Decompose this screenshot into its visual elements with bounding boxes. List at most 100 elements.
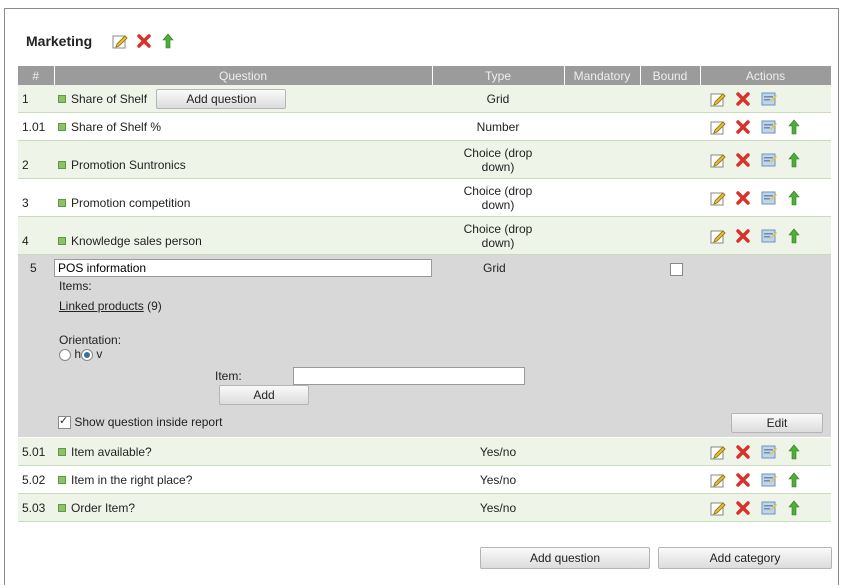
table-row: 1.01 Share of Shelf % Number	[18, 112, 831, 141]
edit-row-type: Grid	[483, 261, 506, 275]
add-question-inline-button[interactable]: Add question	[156, 88, 287, 109]
delete-icon[interactable]	[735, 472, 751, 488]
delete-category-icon[interactable]	[136, 33, 152, 49]
row-type: Yes/no	[432, 493, 564, 522]
edit-icon[interactable]	[710, 228, 726, 244]
question-text[interactable]: Item in the right place?	[71, 473, 192, 487]
delete-icon[interactable]	[735, 500, 751, 516]
move-up-icon[interactable]	[786, 228, 802, 244]
row-actions	[700, 85, 831, 113]
row-actions	[700, 216, 831, 255]
row-question: Share of Shelf %	[54, 112, 432, 141]
properties-icon[interactable]	[761, 190, 777, 206]
edit-question-panel: 5 Grid Items: Linked products (9) Orient…	[18, 255, 831, 435]
add-question-button[interactable]: Add question	[480, 547, 650, 569]
edit-icon[interactable]	[710, 472, 726, 488]
orientation-h-label: h	[74, 347, 82, 361]
add-category-button[interactable]: Add category	[658, 547, 832, 569]
move-up-icon[interactable]	[786, 119, 802, 135]
question-text[interactable]: Share of Shelf %	[71, 120, 161, 134]
row-type: Yes/no	[432, 465, 564, 494]
row-actions	[700, 465, 831, 494]
delete-icon[interactable]	[735, 190, 751, 206]
delete-icon[interactable]	[735, 228, 751, 244]
move-up-icon[interactable]	[786, 472, 802, 488]
delete-icon[interactable]	[735, 119, 751, 135]
bullet-icon	[58, 123, 66, 132]
orientation-v-radio[interactable]	[81, 348, 94, 361]
properties-icon[interactable]	[761, 472, 777, 488]
row-number: 3	[18, 178, 54, 217]
column-header-actions: Actions	[700, 66, 832, 85]
row-question: Knowledge sales person	[54, 216, 432, 255]
row-number: 2	[18, 140, 54, 179]
edit-icon[interactable]	[710, 152, 726, 168]
edit-button[interactable]: Edit	[731, 413, 823, 433]
question-text[interactable]: Share of Shelf	[71, 92, 147, 106]
properties-icon[interactable]	[761, 444, 777, 460]
orientation-options: h v	[59, 347, 102, 361]
row-number: 5.01	[18, 437, 54, 466]
row-type: Choice (drop down)	[432, 178, 564, 217]
row-actions	[700, 178, 831, 217]
edit-icon[interactable]	[710, 91, 726, 107]
question-name-input[interactable]	[54, 259, 432, 277]
edit-category-icon[interactable]	[112, 33, 128, 49]
items-label: Items:	[59, 279, 92, 293]
table-row: 1 Share of Shelf Add question Grid	[18, 85, 831, 113]
item-label: Item:	[215, 369, 242, 383]
row-question: Item available?	[54, 437, 432, 466]
edit-icon[interactable]	[710, 190, 726, 206]
column-header-question: Question	[54, 66, 433, 85]
properties-icon[interactable]	[761, 500, 777, 516]
move-up-icon[interactable]	[786, 500, 802, 516]
row-question: Share of Shelf Add question	[54, 85, 432, 113]
add-item-button[interactable]: Add	[219, 385, 309, 405]
edit-icon[interactable]	[710, 119, 726, 135]
row-question: Item in the right place?	[54, 465, 432, 494]
footer-actions: Add question Add category	[480, 547, 832, 569]
row-actions	[700, 493, 831, 522]
bullet-icon	[58, 95, 66, 104]
bullet-icon	[58, 161, 66, 170]
delete-icon[interactable]	[735, 91, 751, 107]
move-up-icon[interactable]	[786, 152, 802, 168]
edit-question-row: 5 Grid Items: Linked products (9) Orient…	[18, 254, 831, 438]
properties-icon[interactable]	[761, 152, 777, 168]
row-number: 5.02	[18, 465, 54, 494]
delete-icon[interactable]	[735, 152, 751, 168]
edit-icon[interactable]	[710, 444, 726, 460]
move-up-category-icon[interactable]	[160, 33, 176, 49]
question-text[interactable]: Item available?	[71, 445, 152, 459]
properties-icon[interactable]	[761, 91, 777, 107]
row-question: Promotion competition	[54, 178, 432, 217]
row-type: Choice (drop down)	[432, 140, 564, 179]
bullet-icon	[58, 504, 66, 513]
move-up-icon[interactable]	[786, 444, 802, 460]
category-title: Marketing	[26, 33, 93, 49]
question-text[interactable]: Knowledge sales person	[71, 234, 202, 248]
column-header-mandatory: Mandatory	[564, 66, 641, 85]
row-type: Number	[432, 112, 564, 141]
question-text[interactable]: Order Item?	[71, 501, 135, 515]
properties-icon[interactable]	[761, 228, 777, 244]
row-question: Order Item?	[54, 493, 432, 522]
move-up-icon[interactable]	[786, 190, 802, 206]
show-inside-report-checkbox[interactable]	[58, 414, 71, 430]
table-row: 3 Promotion competition Choice (drop dow…	[18, 178, 831, 217]
question-text[interactable]: Promotion Suntronics	[71, 158, 186, 172]
bullet-icon	[58, 199, 66, 208]
question-text[interactable]: Promotion competition	[71, 196, 190, 210]
linked-products-count: (9)	[147, 299, 162, 313]
row-number: 4	[18, 216, 54, 255]
orientation-h-radio[interactable]	[59, 348, 71, 361]
questions-table: # Question Type Mandatory Bound Actions …	[18, 66, 832, 522]
item-input[interactable]	[293, 367, 525, 385]
show-inside-report-label: Show question inside report	[74, 415, 223, 429]
properties-icon[interactable]	[761, 119, 777, 135]
linked-products-link[interactable]: Linked products	[59, 299, 144, 313]
bound-checkbox[interactable]	[670, 263, 683, 276]
row-actions	[700, 437, 831, 466]
edit-icon[interactable]	[710, 500, 726, 516]
delete-icon[interactable]	[735, 444, 751, 460]
